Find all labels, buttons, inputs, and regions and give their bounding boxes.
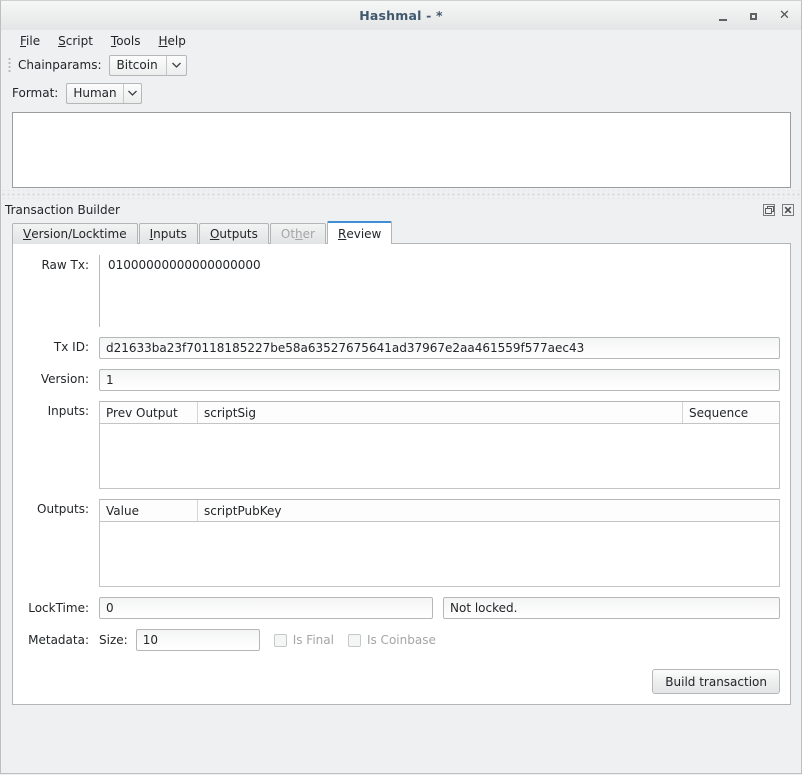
raw-tx-value: 01000000000000000000 [99, 255, 780, 327]
checkbox-icon [347, 633, 361, 647]
inputs-label: Inputs: [47, 404, 89, 418]
close-dock-icon[interactable] [780, 203, 795, 218]
tx-id-label: Tx ID: [53, 340, 89, 354]
menu-script-rest: cript [65, 34, 93, 48]
menu-tools[interactable]: Tools [102, 31, 150, 51]
inputs-col-sequence[interactable]: Sequence [683, 402, 779, 423]
dock-title-bar: Transaction Builder [1, 199, 801, 221]
outputs-col-value[interactable]: Value [100, 500, 198, 521]
is-coinbase-checkbox: Is Coinbase [347, 633, 436, 647]
minimize-icon[interactable] [716, 10, 729, 23]
is-final-label: Is Final [292, 633, 334, 647]
menu-script[interactable]: Script [49, 31, 102, 51]
chainparams-value: Bitcoin [116, 58, 158, 72]
menu-file[interactable]: File [11, 31, 49, 51]
format-row: Format: Human [1, 78, 801, 108]
locktime-row: LockTime: 0 Not locked. [23, 597, 780, 619]
tab-inputs-rest: nputs [153, 227, 187, 241]
outputs-col-scriptpubkey[interactable]: scriptPubKey [198, 500, 779, 521]
menu-bar: File Script Tools Help [1, 30, 801, 52]
menu-help-rest: elp [167, 34, 186, 48]
outputs-table[interactable]: Value scriptPubKey [99, 499, 780, 587]
tab-outputs-rest: utputs [219, 227, 258, 241]
tab-other: Ot h er [269, 223, 326, 244]
script-editor-content [13, 113, 790, 119]
inputs-col-scriptsig[interactable]: scriptSig [198, 402, 683, 423]
outputs-table-header: Value scriptPubKey [100, 500, 779, 522]
outputs-table-body [100, 522, 779, 586]
is-coinbase-label: Is Coinbase [366, 633, 436, 647]
menu-file-rest: ile [26, 34, 41, 48]
chainparams-select[interactable]: Bitcoin [108, 54, 187, 76]
chainparams-toolbar: Chainparams: Bitcoin [1, 52, 801, 78]
build-transaction-button[interactable]: Build transaction [652, 669, 780, 694]
outputs-label: Outputs: [37, 502, 89, 516]
chevron-down-icon [122, 83, 141, 103]
window-title: Hashmal - * [359, 8, 443, 23]
chevron-down-icon [165, 55, 186, 75]
tab-review[interactable]: Review [326, 221, 393, 244]
toolbar-drag-handle-icon[interactable] [7, 56, 13, 74]
version-row: Version: 1 [23, 369, 780, 391]
version-label: Version: [40, 372, 89, 386]
inputs-col-prev-output[interactable]: Prev Output [100, 402, 198, 423]
checkbox-icon [273, 633, 287, 647]
locktime-field[interactable]: 0 [99, 597, 433, 619]
script-editor[interactable] [12, 112, 791, 188]
inputs-table-body [100, 424, 779, 488]
application-window: Hashmal - * ✕ File Script Tools Help Cha… [0, 0, 802, 775]
format-label: Format: [12, 86, 59, 100]
tab-other-a: Ot [280, 227, 296, 241]
inputs-table-header: Prev Output scriptSig Sequence [100, 402, 779, 424]
metadata-row: Metadata: Size: 10 Is Final Is Coinbase [23, 629, 780, 651]
builder-tab-bar: Version/Locktime Inputs Outputs Ot h er Re… [1, 221, 801, 244]
tx-id-field[interactable]: d21633ba23f70118185227be58a63527675641ad… [99, 337, 780, 359]
locktime-status-field[interactable]: Not locked. [443, 597, 780, 619]
tab-inputs[interactable]: Inputs [138, 223, 198, 244]
tab-outputs[interactable]: Outputs [198, 223, 269, 244]
inputs-table[interactable]: Prev Output scriptSig Sequence [99, 401, 780, 489]
close-icon[interactable]: ✕ [778, 9, 791, 23]
is-final-checkbox: Is Final [273, 633, 334, 647]
tab-version-locktime-rest: ersion/Locktime [31, 227, 127, 241]
tab-version-locktime[interactable]: Version/Locktime [12, 223, 138, 244]
outputs-row: Outputs: Value scriptPubKey [23, 499, 780, 587]
title-bar: Hashmal - * ✕ [0, 0, 802, 30]
size-field[interactable]: 10 [135, 629, 260, 651]
maximize-icon[interactable] [747, 10, 760, 23]
menu-tools-rest: ools [116, 34, 141, 48]
window-body: File Script Tools Help Chainparams: Bitc… [0, 30, 802, 774]
splitter-handle[interactable] [1, 190, 801, 199]
locktime-label: LockTime: [28, 601, 89, 615]
float-dock-icon[interactable] [761, 203, 776, 218]
dock-title-text: Transaction Builder [5, 203, 120, 217]
size-label: Size: [99, 633, 128, 647]
raw-tx-label: Raw Tx: [41, 258, 89, 272]
tab-other-b: er [302, 227, 315, 241]
format-select[interactable]: Human [66, 82, 142, 104]
version-field[interactable]: 1 [99, 369, 780, 391]
review-tab-page: Raw Tx: 01000000000000000000 Tx ID: d216… [12, 243, 791, 705]
tab-review-rest: eview [346, 226, 382, 241]
menu-help[interactable]: Help [149, 31, 194, 51]
format-value: Human [73, 86, 117, 100]
raw-tx-row: Raw Tx: 01000000000000000000 [23, 255, 780, 327]
metadata-label: Metadata: [28, 633, 89, 647]
build-button-row: Build transaction [652, 669, 780, 694]
window-controls: ✕ [716, 1, 791, 31]
inputs-row: Inputs: Prev Output scriptSig Sequence [23, 401, 780, 489]
chainparams-label: Chainparams: [18, 58, 102, 72]
tx-id-row: Tx ID: d21633ba23f70118185227be58a635276… [23, 337, 780, 359]
